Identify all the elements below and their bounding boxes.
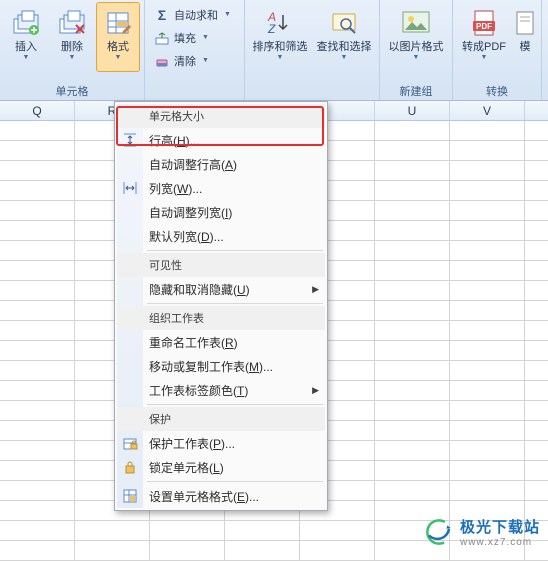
col-header[interactable]: V	[450, 101, 525, 120]
template-button[interactable]: 模	[513, 2, 537, 72]
chevron-down-icon: ▼	[481, 54, 488, 61]
menu-row-height[interactable]: 行高(H)...	[117, 128, 325, 152]
menu-default-width[interactable]: 默认列宽(D)...	[117, 224, 325, 248]
fill-icon	[154, 30, 170, 46]
lock-icon	[122, 459, 138, 475]
col-header[interactable]: W	[525, 101, 548, 120]
autosum-button[interactable]: Σ 自动求和 ▼	[149, 4, 240, 25]
menu-sep	[147, 481, 323, 482]
group-editing: Σ 自动求和 ▼ 填充 ▼ 清除 ▼	[145, 0, 245, 100]
menu-lock-cell[interactable]: 锁定单元格(L)	[117, 455, 325, 479]
clear-button[interactable]: 清除 ▼	[149, 50, 240, 71]
pic-format-button[interactable]: 以图片格式 ▼	[384, 2, 448, 72]
menu-header-protect: 保护	[117, 407, 325, 431]
pdf-icon: PDF	[468, 7, 500, 39]
menu-tab-color[interactable]: 工作表标签颜色(T)▶	[117, 378, 325, 402]
format-dropdown-menu: 单元格大小 行高(H)... 自动调整行高(A) 列宽(W)... 自动调整列宽…	[114, 101, 328, 511]
watermark: 极光下载站 www.xz7.com	[422, 516, 540, 548]
chevron-right-icon: ▶	[312, 284, 319, 295]
template-icon	[509, 7, 541, 39]
delete-icon	[56, 7, 88, 39]
menu-cell-format[interactable]: 设置单元格格式(E)...	[117, 484, 325, 508]
svg-text:PDF: PDF	[476, 22, 492, 31]
chevron-down-icon: ▼	[341, 54, 348, 61]
menu-hide-unhide[interactable]: 隐藏和取消隐藏(U)▶	[117, 277, 325, 301]
menu-header-vis: 可见性	[117, 253, 325, 277]
chevron-down-icon: ▼	[23, 54, 30, 61]
fill-button[interactable]: 填充 ▼	[149, 27, 240, 48]
sort-filter-button[interactable]: AZ 排序和筛选 ▼	[249, 2, 311, 72]
picture-icon	[400, 7, 432, 39]
menu-col-width[interactable]: 列宽(W)...	[117, 176, 325, 200]
insert-icon	[10, 7, 42, 39]
chevron-down-icon: ▼	[202, 57, 209, 64]
menu-rename-sheet[interactable]: 重命名工作表(R)	[117, 330, 325, 354]
row-height-icon	[122, 132, 138, 148]
chevron-down-icon: ▼	[277, 54, 284, 61]
protect-sheet-icon	[122, 435, 138, 451]
format-button[interactable]: 格式 ▼	[96, 2, 140, 72]
col-header[interactable]: U	[375, 101, 450, 120]
chevron-down-icon: ▼	[224, 11, 231, 18]
group-sort: AZ 排序和筛选 ▼ 查找和选择 ▼	[245, 0, 380, 100]
group-label-convert: 转换	[457, 81, 537, 100]
col-header[interactable]: Q	[0, 101, 75, 120]
menu-move-copy-sheet[interactable]: 移动或复制工作表(M)...	[117, 354, 325, 378]
menu-protect-sheet[interactable]: 保护工作表(P)...	[117, 431, 325, 455]
watermark-logo	[422, 517, 456, 547]
find-select-button[interactable]: 查找和选择 ▼	[313, 2, 375, 72]
chevron-right-icon: ▶	[312, 385, 319, 396]
group-cells: 插入 ▼ 删除 ▼ 格式 ▼ 单元格	[0, 0, 145, 100]
format-icon	[102, 7, 134, 39]
to-pdf-button[interactable]: PDF 转成PDF ▼	[457, 2, 511, 72]
sort-icon: AZ	[264, 7, 296, 39]
find-icon	[328, 7, 360, 39]
chevron-down-icon: ▼	[115, 54, 122, 61]
chevron-down-icon: ▼	[202, 34, 209, 41]
ribbon: 插入 ▼ 删除 ▼ 格式 ▼ 单元格 Σ	[0, 0, 548, 101]
menu-sep	[147, 303, 323, 304]
menu-autofit-col[interactable]: 自动调整列宽(I)	[117, 200, 325, 224]
eraser-icon	[154, 53, 170, 69]
menu-header-org: 组织工作表	[117, 306, 325, 330]
menu-sep	[147, 404, 323, 405]
format-cells-icon	[122, 488, 138, 504]
chevron-down-icon: ▼	[413, 54, 420, 61]
sigma-icon: Σ	[154, 7, 170, 23]
group-label-new: 新建组	[384, 81, 448, 100]
group-label-cells: 单元格	[4, 81, 140, 100]
svg-text:Z: Z	[267, 22, 276, 36]
insert-button[interactable]: 插入 ▼	[4, 2, 48, 72]
watermark-url: www.xz7.com	[460, 537, 540, 548]
delete-button[interactable]: 删除 ▼	[50, 2, 94, 72]
group-convert: PDF 转成PDF ▼ 模 转换	[453, 0, 542, 100]
watermark-title: 极光下载站	[460, 516, 540, 537]
group-new: 以图片格式 ▼ 新建组	[380, 0, 453, 100]
menu-header-size: 单元格大小	[117, 104, 325, 128]
col-width-icon	[122, 180, 138, 196]
menu-autofit-row[interactable]: 自动调整行高(A)	[117, 152, 325, 176]
menu-sep	[147, 250, 323, 251]
chevron-down-icon: ▼	[69, 54, 76, 61]
